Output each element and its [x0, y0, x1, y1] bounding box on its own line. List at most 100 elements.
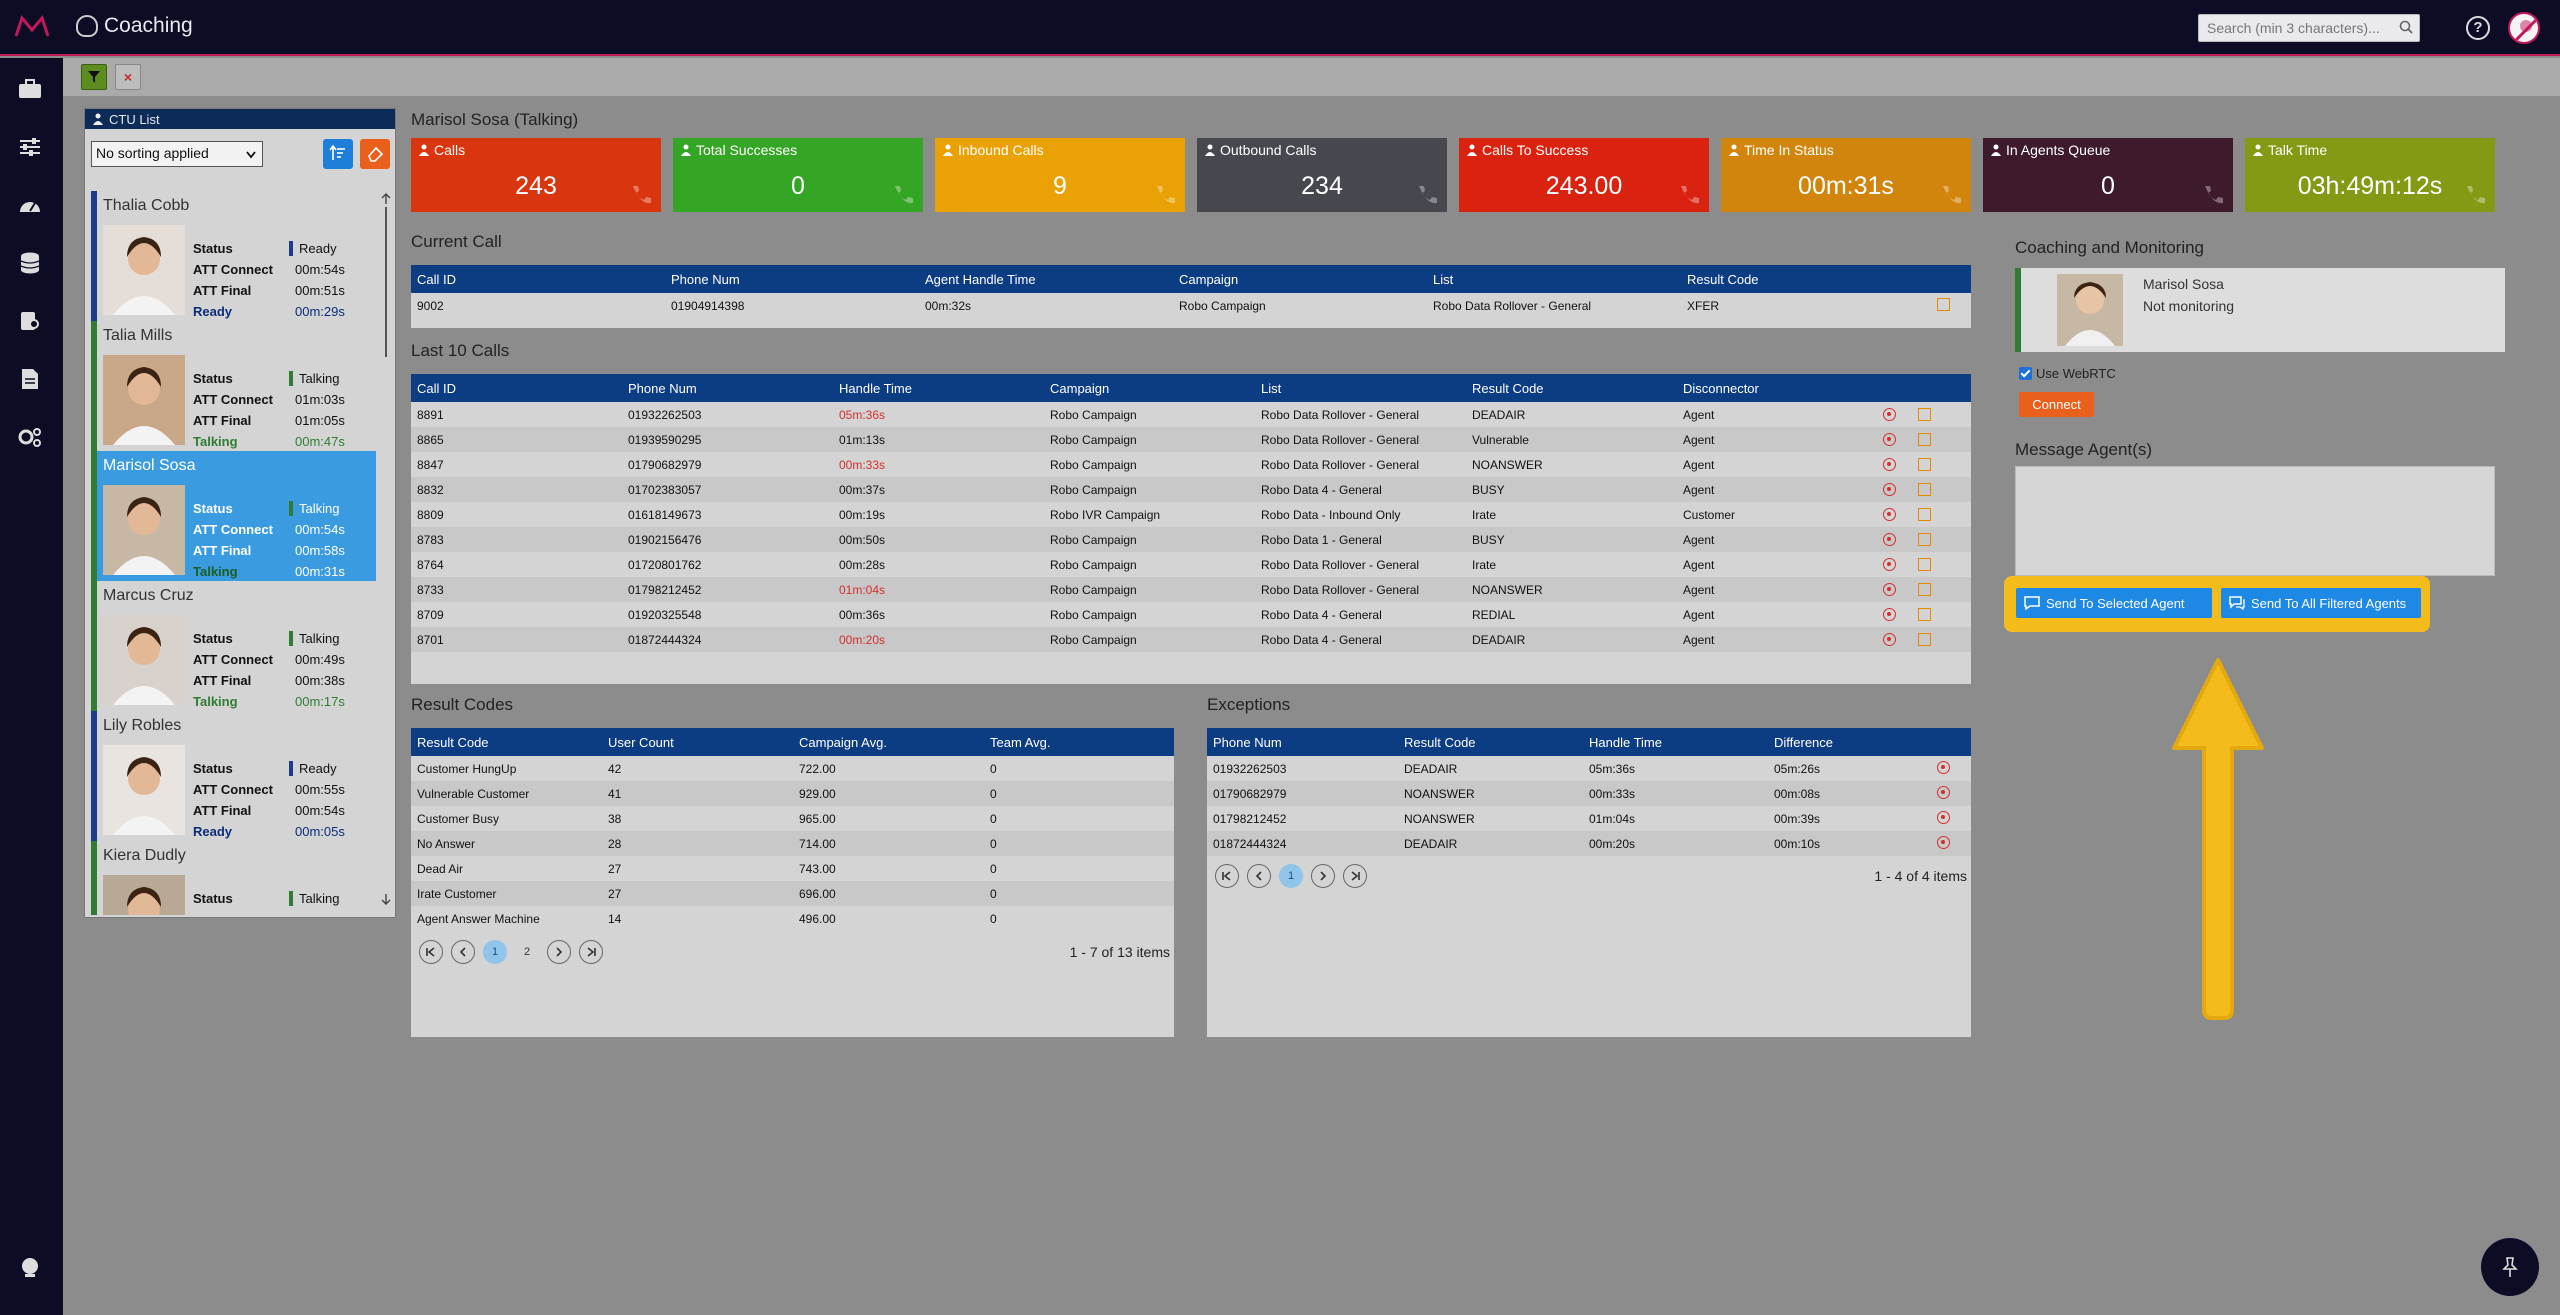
use-webrtc-checkbox[interactable]: Use WebRTC: [2019, 366, 2116, 381]
column-header[interactable]: Result Code: [1398, 735, 1583, 750]
dashboard-icon[interactable]: [16, 192, 44, 218]
edit-icon[interactable]: [1918, 583, 1931, 596]
first-page-button[interactable]: [1215, 864, 1239, 888]
column-header[interactable]: Handle Time: [1583, 735, 1768, 750]
table-row[interactable]: 8783 01902156476 00m:50s Robo Campaign Robo …: [411, 527, 1971, 552]
play-recording-icon[interactable]: [1883, 533, 1896, 546]
briefcase-icon[interactable]: [16, 76, 44, 102]
agent-card[interactable]: Marcus Cruz Status Talking ATT Connect 00m:4…: [91, 581, 376, 711]
edit-icon[interactable]: [1937, 297, 1950, 311]
column-header[interactable]: Result Code: [411, 735, 602, 750]
edit-icon[interactable]: [1918, 533, 1931, 546]
table-row[interactable]: 9002 01904914398 00m:32s Robo Campaign Robo …: [411, 293, 1971, 318]
table-row[interactable]: 8832 01702383057 00m:37s Robo Campaign Robo …: [411, 477, 1971, 502]
brand-logo-icon[interactable]: [14, 14, 50, 40]
play-recording-icon[interactable]: [1883, 608, 1896, 621]
table-row[interactable]: 01790682979 NOANSWER 00m:33s 00m:08s: [1207, 781, 1971, 806]
column-header[interactable]: Disconnector: [1677, 381, 1877, 396]
table-row[interactable]: 8701 01872444324 00m:20s Robo Campaign Robo …: [411, 627, 1971, 652]
edit-icon[interactable]: [1918, 558, 1931, 571]
edit-icon[interactable]: [1918, 608, 1931, 621]
table-row[interactable]: 8733 01798212452 01m:04s Robo Campaign Robo …: [411, 577, 1971, 602]
sort-button[interactable]: [323, 139, 353, 169]
column-header[interactable]: Difference: [1768, 735, 1931, 750]
scroll-thumb[interactable]: [385, 207, 387, 357]
play-recording-icon[interactable]: [1883, 508, 1896, 521]
column-header[interactable]: List: [1427, 272, 1681, 287]
column-header[interactable]: Phone Num: [1207, 735, 1398, 750]
search-icon[interactable]: [2399, 20, 2413, 34]
play-recording-icon[interactable]: [1937, 760, 1950, 774]
play-recording-icon[interactable]: [1883, 408, 1896, 421]
table-row[interactable]: 01872444324 DEADAIR 00m:20s 00m:10s: [1207, 831, 1971, 856]
column-header[interactable]: Campaign Avg.: [793, 735, 984, 750]
column-header[interactable]: User Count: [602, 735, 793, 750]
table-row[interactable]: Customer HungUp 42 722.00 0: [411, 756, 1174, 781]
table-row[interactable]: 8865 01939590295 01m:13s Robo Campaign Robo …: [411, 427, 1971, 452]
agent-card[interactable]: Thalia Cobb Status Ready ATT Connect 00m:54s…: [91, 191, 376, 321]
next-page-button[interactable]: [1311, 864, 1335, 888]
play-recording-icon[interactable]: [1937, 810, 1950, 824]
connect-button[interactable]: Connect: [2019, 392, 2094, 417]
message-textarea[interactable]: [2015, 466, 2495, 576]
play-recording-icon[interactable]: [1937, 835, 1950, 849]
play-recording-icon[interactable]: [1883, 633, 1896, 646]
next-page-button[interactable]: [547, 940, 571, 964]
column-header[interactable]: Result Code: [1681, 272, 1931, 287]
send-to-selected-agent-button[interactable]: Send To Selected Agent: [2016, 588, 2212, 618]
edit-icon[interactable]: [1918, 508, 1931, 521]
agent-card[interactable]: Kiera Dudly Status Talking ATT Connect 01m:0…: [91, 841, 376, 915]
globe-support-icon[interactable]: [16, 1254, 44, 1280]
agent-card[interactable]: Marisol Sosa Status Talking ATT Connect 00m:…: [91, 451, 376, 581]
table-row[interactable]: Customer Busy 38 965.00 0: [411, 806, 1174, 831]
arrow-up-icon[interactable]: [380, 193, 392, 205]
clear-sort-button[interactable]: [360, 139, 390, 169]
column-header[interactable]: Team Avg.: [984, 735, 1174, 750]
send-to-all-filtered-agents-button[interactable]: Send To All Filtered Agents: [2221, 588, 2421, 618]
table-row[interactable]: Dead Air 27 743.00 0: [411, 856, 1174, 881]
table-row[interactable]: 01932262503 DEADAIR 05m:36s 05m:26s: [1207, 756, 1971, 781]
database-icon[interactable]: [16, 250, 44, 276]
column-header[interactable]: Phone Num: [622, 381, 833, 396]
first-page-button[interactable]: [419, 940, 443, 964]
sort-select[interactable]: No sorting applied: [91, 141, 263, 167]
play-recording-icon[interactable]: [1883, 483, 1896, 496]
arrow-down-icon[interactable]: [380, 893, 392, 905]
table-row[interactable]: 8764 01720801762 00m:28s Robo Campaign Robo …: [411, 552, 1971, 577]
column-header[interactable]: Campaign: [1044, 381, 1255, 396]
page-number-button[interactable]: 1: [483, 940, 507, 964]
column-header[interactable]: Call ID: [411, 272, 665, 287]
page-number-button[interactable]: 1: [1279, 864, 1303, 888]
prev-page-button[interactable]: [451, 940, 475, 964]
agent-list-scrollbar[interactable]: [380, 191, 392, 911]
users-search-icon[interactable]: [16, 308, 44, 334]
agent-card[interactable]: Lily Robles Status Ready ATT Connect 00m:55s…: [91, 711, 376, 841]
edit-icon[interactable]: [1918, 458, 1931, 471]
clear-filter-button[interactable]: ×: [115, 64, 141, 90]
edit-icon[interactable]: [1918, 483, 1931, 496]
table-row[interactable]: 8809 01618149673 00m:19s Robo IVR Campaign R…: [411, 502, 1971, 527]
column-header[interactable]: Handle Time: [833, 381, 1044, 396]
table-row[interactable]: 8847 01790682979 00m:33s Robo Campaign Robo …: [411, 452, 1971, 477]
report-icon[interactable]: [16, 366, 44, 392]
settings-icon[interactable]: [16, 424, 44, 450]
table-row[interactable]: No Answer 28 714.00 0: [411, 831, 1174, 856]
sliders-icon[interactable]: [16, 134, 44, 160]
column-header[interactable]: Campaign: [1173, 272, 1427, 287]
play-recording-icon[interactable]: [1883, 433, 1896, 446]
edit-icon[interactable]: [1918, 408, 1931, 421]
pin-button[interactable]: [2481, 1238, 2539, 1296]
edit-icon[interactable]: [1918, 633, 1931, 646]
edit-icon[interactable]: [1918, 433, 1931, 446]
column-header[interactable]: Phone Num: [665, 272, 919, 287]
last-page-button[interactable]: [1343, 864, 1367, 888]
last-page-button[interactable]: [579, 940, 603, 964]
table-row[interactable]: 01798212452 NOANSWER 01m:04s 00m:39s: [1207, 806, 1971, 831]
table-row[interactable]: Agent Answer Machine 14 496.00 0: [411, 906, 1174, 931]
table-row[interactable]: Vulnerable Customer 41 929.00 0: [411, 781, 1174, 806]
table-row[interactable]: 8709 01920325548 00m:36s Robo Campaign Robo …: [411, 602, 1971, 627]
table-row[interactable]: 8891 01932262503 05m:36s Robo Campaign Robo …: [411, 402, 1971, 427]
table-row[interactable]: Irate Customer 27 696.00 0: [411, 881, 1174, 906]
agent-card[interactable]: Talia Mills Status Talking ATT Connect 01m:0…: [91, 321, 376, 451]
column-header[interactable]: List: [1255, 381, 1466, 396]
